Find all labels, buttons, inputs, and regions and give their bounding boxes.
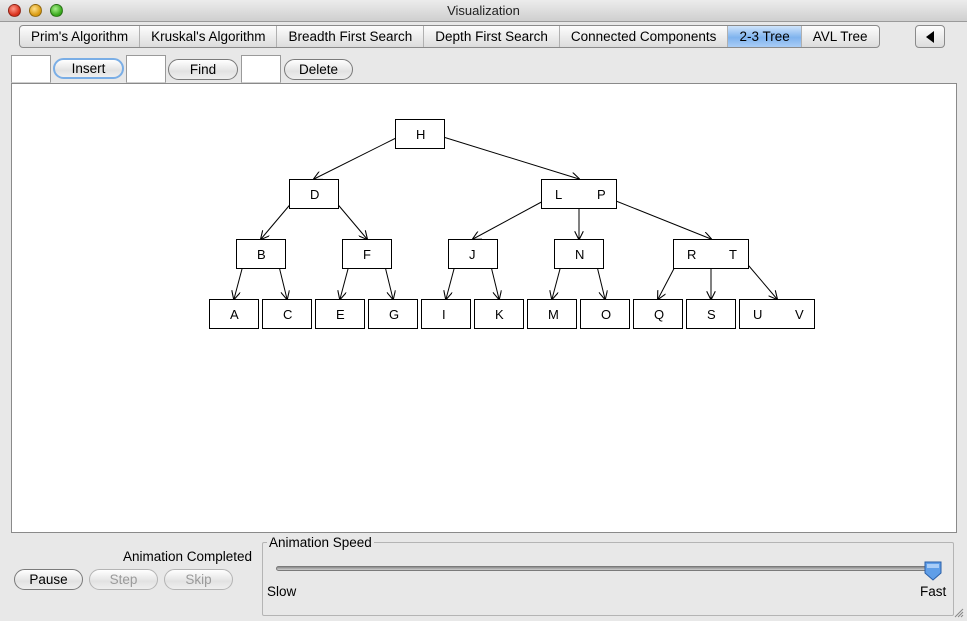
tab-depth-first-search[interactable]: Depth First Search [424,26,560,47]
tree-node-a: A [209,299,259,329]
tree-node-key: U [753,307,763,322]
speed-slider-track[interactable] [276,566,934,571]
tab-connected-components[interactable]: Connected Components [560,26,729,47]
tree-node-k: K [474,299,524,329]
tree-node-key: D [310,187,320,202]
tree-node-b: B [236,239,286,269]
tree-node-g: G [368,299,418,329]
insert-input[interactable] [11,55,51,83]
step-button[interactable]: Step [89,569,158,590]
tree-node-key: C [283,307,293,322]
pause-button[interactable]: Pause [14,569,83,590]
animation-speed-title: Animation Speed [267,535,374,550]
tree-node-o: O [580,299,630,329]
tree-node-key: P [597,187,606,202]
tree-node-key: A [230,307,239,322]
tree-node-key: N [575,247,585,262]
tab-prims-algorithm[interactable]: Prim's Algorithm [20,26,141,47]
title-bar: Visualization [0,0,967,22]
tree-edge [439,135,579,179]
tree-node-key: V [795,307,804,322]
tree-node-e: E [315,299,365,329]
tree-node-u-v: UV [739,299,815,329]
tab-kruskals-algorithm[interactable]: Kruskal's Algorithm [140,26,278,47]
resize-grip-icon[interactable] [952,606,964,618]
tree-node-key: F [363,247,371,262]
speed-slider-thumb[interactable] [924,561,942,581]
triangle-left-icon [926,31,934,43]
tree-node-key: B [257,247,266,262]
tree-node-l-p: LP [541,179,617,209]
tab-scroll-left-button[interactable] [915,25,945,48]
tab-strip: Prim's Algorithm Kruskal's Algorithm Bre… [19,25,880,48]
tree-edge [314,135,401,179]
tree-node-key: H [416,127,426,142]
tree-node-key: T [729,247,737,262]
delete-button[interactable]: Delete [284,59,353,80]
tree-node-key: L [555,187,563,202]
tree-node-f: F [342,239,392,269]
tab-2-3-tree[interactable]: 2-3 Tree [728,26,802,47]
tree-node-i: I [421,299,471,329]
visualization-canvas: HDLPBFJNRTACEGIKMOQSUV [11,83,957,533]
tree-node-s: S [686,299,736,329]
skip-button[interactable]: Skip [164,569,233,590]
tree-node-key: K [495,307,504,322]
tree-edge [610,198,711,239]
tree-node-key: I [442,307,446,322]
tree-node-key: E [336,307,345,322]
tree-node-h: H [395,119,445,149]
animation-status: Animation Completed [123,549,253,564]
tree-node-m: M [527,299,577,329]
tree-node-q: Q [633,299,683,329]
insert-button[interactable]: Insert [53,58,124,79]
find-input[interactable] [126,55,166,83]
animation-speed-group [262,542,954,616]
tree-node-c: C [262,299,312,329]
delete-input[interactable] [241,55,281,83]
tree-node-key: Q [654,307,665,322]
tree-node-key: M [548,307,559,322]
tab-avl-tree[interactable]: AVL Tree [802,26,879,47]
speed-max-label: Fast [920,584,947,599]
tree-node-key: S [707,307,716,322]
tree-node-j: J [448,239,498,269]
window-title: Visualization [447,3,520,18]
tree-node-n: N [554,239,604,269]
tree-node-key: J [469,247,476,262]
tree-node-key: G [389,307,400,322]
speed-min-label: Slow [267,584,297,599]
tree-node-key: R [687,247,697,262]
tab-breadth-first-search[interactable]: Breadth First Search [277,26,425,47]
tree-node-r-t: RT [673,239,749,269]
tree-edge [473,198,548,239]
tree-node-d: D [289,179,339,209]
find-button[interactable]: Find [168,59,238,80]
tree-node-key: O [601,307,612,322]
